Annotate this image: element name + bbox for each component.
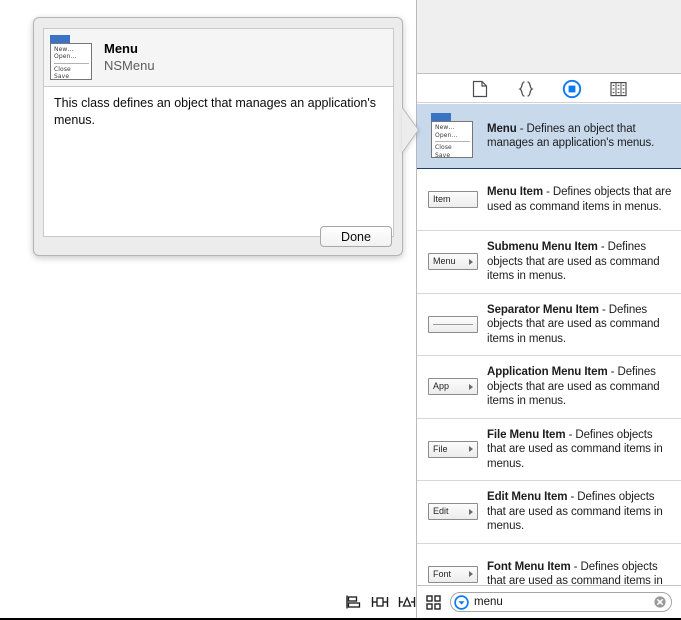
library-item-title: Separator Menu Item (487, 303, 599, 316)
app-root: New… Open… Close Save Menu - Defines an obje… (0, 0, 681, 620)
menu-item-pill-glyph: Font (428, 565, 478, 583)
page-title: Menu (104, 41, 138, 56)
menu-titlebar (50, 34, 70, 43)
library-item-title: File Menu Item (487, 428, 566, 441)
menu-item-pill-glyph: File (428, 440, 478, 458)
submenu-arrow-icon (469, 383, 473, 390)
menu-item-pill-glyph: Menu (428, 253, 478, 271)
pin-constraints-icon[interactable] (371, 592, 390, 612)
done-button[interactable]: Done (320, 226, 392, 247)
library-item-title: Font Menu Item (487, 560, 571, 573)
clear-search-icon[interactable] (654, 596, 666, 608)
menu-item-pill-icon: Item (427, 191, 479, 208)
pill-label: Item (433, 194, 451, 204)
submenu-arrow-icon (469, 508, 473, 515)
bottom-toolbar: menu (0, 585, 681, 620)
menu-item-save: Save (435, 151, 451, 159)
library-item-text: Separator Menu Item - Defines objects th… (487, 303, 673, 347)
menu-item-save: Save (54, 73, 70, 80)
submenu-arrow-icon (469, 258, 473, 265)
separator-glyph (428, 315, 478, 333)
library-list-item[interactable]: Font Font Menu Item - Defines objects tha… (417, 544, 681, 586)
library-item-title: Submenu Menu Item (487, 241, 598, 253)
pill-label: Font (433, 568, 452, 579)
library-item-text: Menu Item - Defines objects that are use… (487, 185, 673, 214)
menu-titlebar (431, 113, 451, 121)
pill-label: Menu (433, 256, 456, 267)
popover-header: New… Open… Close Save Menu NSMenu (43, 28, 394, 86)
menu-item-pill-icon: App (427, 378, 479, 396)
library-list-item[interactable]: Item Menu Item - Defines objects that are… (417, 169, 681, 231)
search-input[interactable]: menu (450, 592, 672, 612)
object-description-popover: New… Open… Close Save Menu NSMenu This c… (33, 17, 403, 256)
library-list-item[interactable]: Edit Edit Menu Item - Defines objects tha… (417, 481, 681, 544)
library-list-item[interactable]: File File Menu Item - Defines objects tha… (417, 419, 681, 481)
menu-item-pill-glyph: App (428, 378, 478, 396)
library-search-bar: menu (416, 585, 681, 618)
popover-title-group: Menu NSMenu (104, 41, 155, 74)
object-library-list[interactable]: New… Open… Close Save Menu - Defines an obje… (417, 104, 681, 585)
library-item-title: Menu Item (487, 186, 543, 198)
library-item-text: Menu - Defines an object that manages an… (487, 122, 673, 151)
grid-view-icon[interactable] (424, 593, 442, 611)
menu-window-icon: New… Open… Close Save (427, 113, 479, 159)
menu-item-pill-icon: Edit (427, 503, 479, 521)
menu-item-new: New… (435, 124, 455, 131)
popover-description: This class defines an object that manage… (54, 96, 377, 127)
menu-item-pill-icon: File (427, 440, 479, 458)
library-item-text: Submenu Menu Item - Defines objects that… (487, 240, 673, 284)
library-panel: New… Open… Close Save Menu - Defines an obje… (416, 0, 681, 620)
menu-window-glyph: New… Open… Close Save (431, 113, 475, 159)
media-library-icon[interactable] (606, 78, 630, 100)
submenu-arrow-icon (469, 571, 473, 577)
menu-item-open: Open… (54, 53, 77, 60)
separator-menu-item-icon (427, 315, 479, 333)
popover-class-name: NSMenu (104, 58, 155, 73)
pill-label: File (433, 443, 448, 454)
menu-body: New… Open… Close Save (50, 42, 92, 80)
popover-body: This class defines an object that manage… (43, 86, 394, 237)
file-template-icon[interactable] (468, 78, 492, 100)
resolve-issues-icon[interactable] (397, 592, 416, 612)
library-item-text: Application Menu Item - Defines objects … (487, 365, 673, 409)
popover-tail (402, 108, 418, 152)
menu-item-new: New… (54, 45, 74, 53)
menu-separator (54, 62, 89, 64)
menu-separator (435, 141, 470, 142)
menu-item-close: Close (435, 144, 452, 151)
menu-item-pill-glyph: Edit (428, 503, 478, 521)
menu-item-pill-icon: Menu (427, 253, 479, 271)
pill-label: App (433, 381, 450, 392)
library-item-title: Application Menu Item (487, 366, 608, 378)
library-item-title: Menu (487, 122, 517, 135)
library-list-item[interactable]: Separator Menu Item - Defines objects th… (417, 294, 681, 356)
upper-inspector-blank-area (417, 0, 681, 74)
layout-tools-group (340, 585, 416, 618)
library-category-toolbar (417, 75, 681, 103)
menu-item-pill-icon: Font (427, 565, 479, 583)
align-objects-icon[interactable] (344, 592, 363, 612)
search-scope-icon[interactable] (454, 594, 469, 610)
library-item-title: Edit Menu Item (487, 491, 568, 503)
submenu-arrow-icon (469, 446, 473, 453)
library-list-item[interactable]: App Application Menu Item - Defines objec… (417, 356, 681, 419)
object-library-icon[interactable] (560, 78, 584, 100)
menu-window-icon: New… Open… Close Save (50, 34, 94, 81)
menu-body: New… Open… Close Save (431, 121, 473, 159)
search-input-value[interactable]: menu (474, 595, 649, 609)
library-item-text: Edit Menu Item - Defines objects that ar… (487, 490, 673, 534)
library-item-text: Font Menu Item - Defines objects that ar… (487, 560, 673, 586)
code-snippet-icon[interactable] (514, 78, 538, 100)
separator-line (433, 323, 473, 325)
menu-item-pill-glyph: Item (428, 191, 478, 208)
library-list-item[interactable]: New… Open… Close Save Menu - Defines an obje… (417, 104, 681, 169)
menu-item-open: Open… (435, 131, 458, 139)
pill-label: Edit (433, 506, 449, 517)
menu-item-close: Close (54, 65, 71, 73)
library-list-item[interactable]: Menu Submenu Menu Item - Defines objects … (417, 231, 681, 294)
library-item-text: File Menu Item - Defines objects that ar… (487, 428, 673, 472)
